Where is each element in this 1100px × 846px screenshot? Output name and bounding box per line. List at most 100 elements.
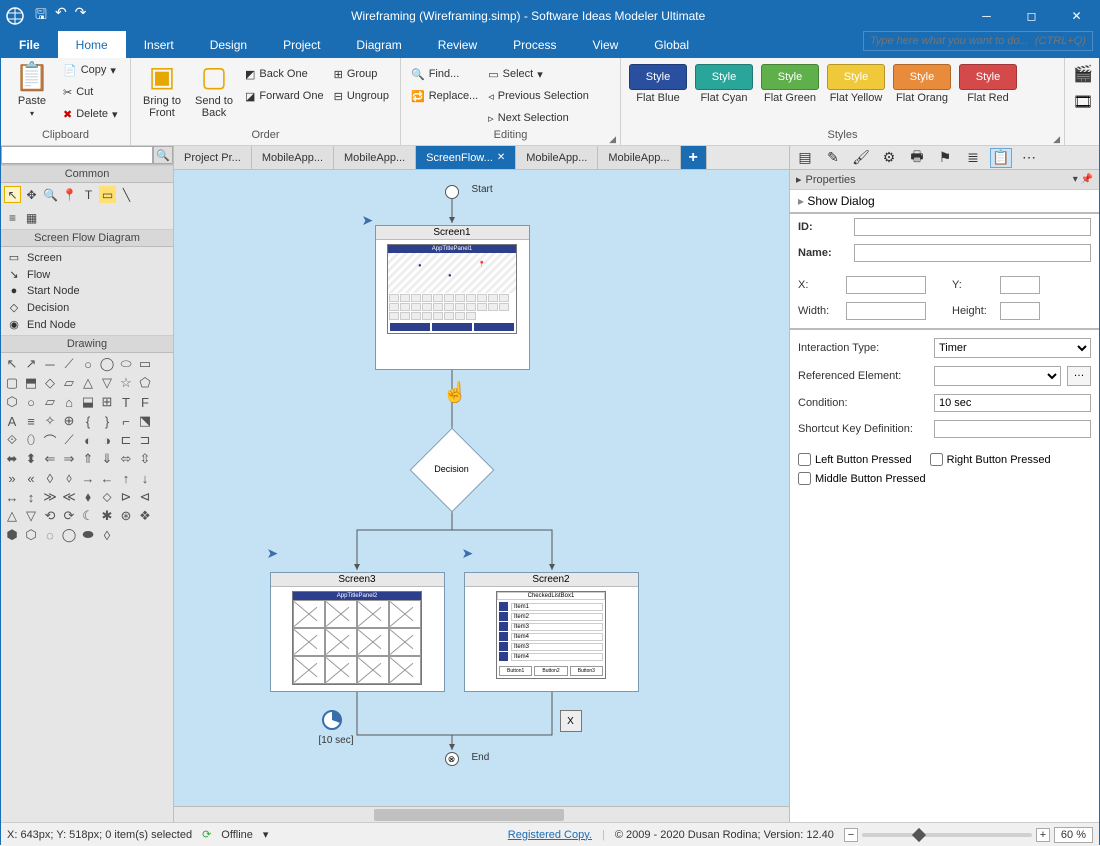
shape-18[interactable]: ▱ — [42, 394, 58, 410]
key-x-icon[interactable]: X — [560, 710, 582, 732]
style-flat-red[interactable]: Style — [959, 64, 1017, 90]
toolbox-search-button[interactable]: 🔍 — [153, 146, 173, 164]
shape-72[interactable]: ⬢ — [4, 527, 20, 543]
shape-69[interactable]: ✱ — [99, 508, 115, 524]
ungroup-button[interactable]: ⊟ Ungroup — [332, 86, 391, 106]
shape-19[interactable]: ⌂ — [61, 394, 77, 410]
shape-57[interactable]: ↕ — [23, 489, 39, 505]
pointer-tool[interactable]: ↖ — [4, 186, 21, 203]
shape-33[interactable]: ⬯ — [23, 432, 39, 448]
pin-tool[interactable]: 📍 — [61, 186, 78, 203]
shape-31[interactable]: ⬔ — [137, 413, 153, 429]
tell-me-search[interactable] — [863, 31, 1093, 51]
zoom-tool[interactable]: 🔍 — [42, 186, 59, 203]
shape-70[interactable]: ⊛ — [118, 508, 134, 524]
right-tool-brush-icon[interactable]: 🖌 — [850, 148, 872, 168]
style-flat-cyan[interactable]: Style — [695, 64, 753, 90]
styles-gallery-icon[interactable]: 🎬 — [1073, 64, 1093, 84]
screen1-node[interactable]: Screen1 AppTitlePanel1 ● ● 📍 — [375, 225, 530, 370]
next-selection-button[interactable]: ▹ Next Selection — [486, 108, 591, 128]
shape-67[interactable]: ⟳ — [61, 508, 77, 524]
shape-49[interactable]: « — [23, 470, 39, 486]
shape-65[interactable]: ▽ — [23, 508, 39, 524]
shape-9[interactable]: ⬒ — [23, 375, 39, 391]
shape-20[interactable]: ⬓ — [80, 394, 96, 410]
shape-59[interactable]: ≪ — [61, 489, 77, 505]
maximize-button[interactable]: ◻ — [1009, 1, 1054, 31]
shape-10[interactable]: ◇ — [42, 375, 58, 391]
right-tool-print-icon[interactable]: 🖶 — [906, 148, 928, 168]
copy-button[interactable]: 📄 Copy ▾ — [61, 60, 120, 80]
delete-button[interactable]: ✖ Delete ▾ — [61, 104, 120, 124]
previous-selection-button[interactable]: ◃ Previous Selection — [486, 86, 591, 106]
shape-45[interactable]: ⇓ — [99, 451, 115, 467]
panel-common[interactable]: Common — [1, 165, 173, 183]
prop-middle-button-check[interactable]: Middle Button Pressed — [798, 472, 926, 485]
shape-47[interactable]: ⇳ — [137, 451, 153, 467]
shape-62[interactable]: ⊳ — [118, 489, 134, 505]
shape-50[interactable]: ◊ — [42, 470, 58, 486]
zoom-slider[interactable] — [862, 833, 1032, 837]
shape-48[interactable]: » — [4, 470, 20, 486]
sf-item-end-node[interactable]: ◉End Node — [3, 316, 171, 333]
doc-tab-4[interactable]: MobileApp... — [516, 146, 598, 169]
shape-55[interactable]: ↓ — [137, 470, 153, 486]
shape-54[interactable]: ↑ — [118, 470, 134, 486]
doc-tab-1[interactable]: MobileApp... — [252, 146, 334, 169]
shape-7[interactable]: ▭ — [137, 356, 153, 372]
shape-60[interactable]: ⬧ — [80, 489, 96, 505]
shape-27[interactable]: ⊕ — [61, 413, 77, 429]
menu-insert[interactable]: Insert — [126, 31, 192, 58]
zoom-in-button[interactable]: + — [1036, 828, 1050, 842]
shape-46[interactable]: ⬄ — [118, 451, 134, 467]
prop-name-input[interactable] — [854, 244, 1091, 262]
zoom-percent[interactable]: 60 % — [1054, 827, 1093, 843]
shape-58[interactable]: ≫ — [42, 489, 58, 505]
sf-item-start-node[interactable]: ●Start Node — [3, 283, 171, 299]
canvas[interactable]: Start ➤ Screen1 AppTitlePanel1 ● ● 📍 — [174, 170, 789, 806]
end-node[interactable]: ⊗ — [445, 752, 459, 766]
replace-button[interactable]: 🔁 Replace... — [409, 86, 480, 106]
styles-launcher-icon[interactable]: ◢ — [1053, 134, 1060, 145]
shape-75[interactable]: ◯ — [61, 527, 77, 543]
undo-icon[interactable]: ↶ — [55, 4, 67, 28]
shape-71[interactable]: ❖ — [137, 508, 153, 524]
doc-tab-3[interactable]: ScreenFlow...✕ — [416, 146, 516, 169]
style-flat-yellow[interactable]: Style — [827, 64, 885, 90]
shape-3[interactable]: ⟋ — [61, 356, 77, 372]
menu-global[interactable]: Global — [636, 31, 707, 58]
select-button[interactable]: ▭ Select ▾ — [486, 64, 591, 84]
prop-x-input[interactable] — [846, 276, 926, 294]
prop-shortcut-input[interactable] — [934, 420, 1091, 438]
shape-64[interactable]: △ — [4, 508, 20, 524]
prop-height-input[interactable] — [1000, 302, 1040, 320]
prop-ref-element-browse[interactable]: … — [1067, 366, 1091, 386]
doc-tab-5[interactable]: MobileApp... — [598, 146, 680, 169]
text-tool[interactable]: T — [80, 186, 97, 203]
menu-file[interactable]: File — [1, 31, 58, 58]
shape-23[interactable]: F — [137, 394, 153, 410]
prop-width-input[interactable] — [846, 302, 926, 320]
style-flat-orang[interactable]: Style — [893, 64, 951, 90]
shape-32[interactable]: ⟐ — [4, 432, 20, 448]
shape-38[interactable]: ⊏ — [118, 432, 134, 448]
shape-61[interactable]: ⬦ — [99, 489, 115, 505]
menu-review[interactable]: Review — [420, 31, 495, 58]
shape-24[interactable]: A — [4, 413, 20, 429]
shape-63[interactable]: ⊲ — [137, 489, 153, 505]
horizontal-scrollbar[interactable] — [174, 806, 789, 822]
shape-52[interactable]: → — [80, 470, 96, 486]
shape-53[interactable]: ← — [99, 470, 115, 486]
registered-link[interactable]: Registered Copy. — [508, 829, 592, 841]
shape-35[interactable]: ⟋ — [61, 432, 77, 448]
doc-tab-2[interactable]: MobileApp... — [334, 146, 416, 169]
line-tool[interactable]: ╲ — [118, 186, 135, 203]
shape-44[interactable]: ⇑ — [80, 451, 96, 467]
back-one-button[interactable]: ◩ Back One — [243, 64, 326, 84]
prop-condition-input[interactable] — [934, 394, 1091, 412]
move-tool[interactable]: ✥ — [23, 186, 40, 203]
start-node[interactable] — [445, 185, 459, 199]
shape-56[interactable]: ↔ — [4, 489, 20, 505]
shape-43[interactable]: ⇒ — [61, 451, 77, 467]
shape-21[interactable]: ⊞ — [99, 394, 115, 410]
